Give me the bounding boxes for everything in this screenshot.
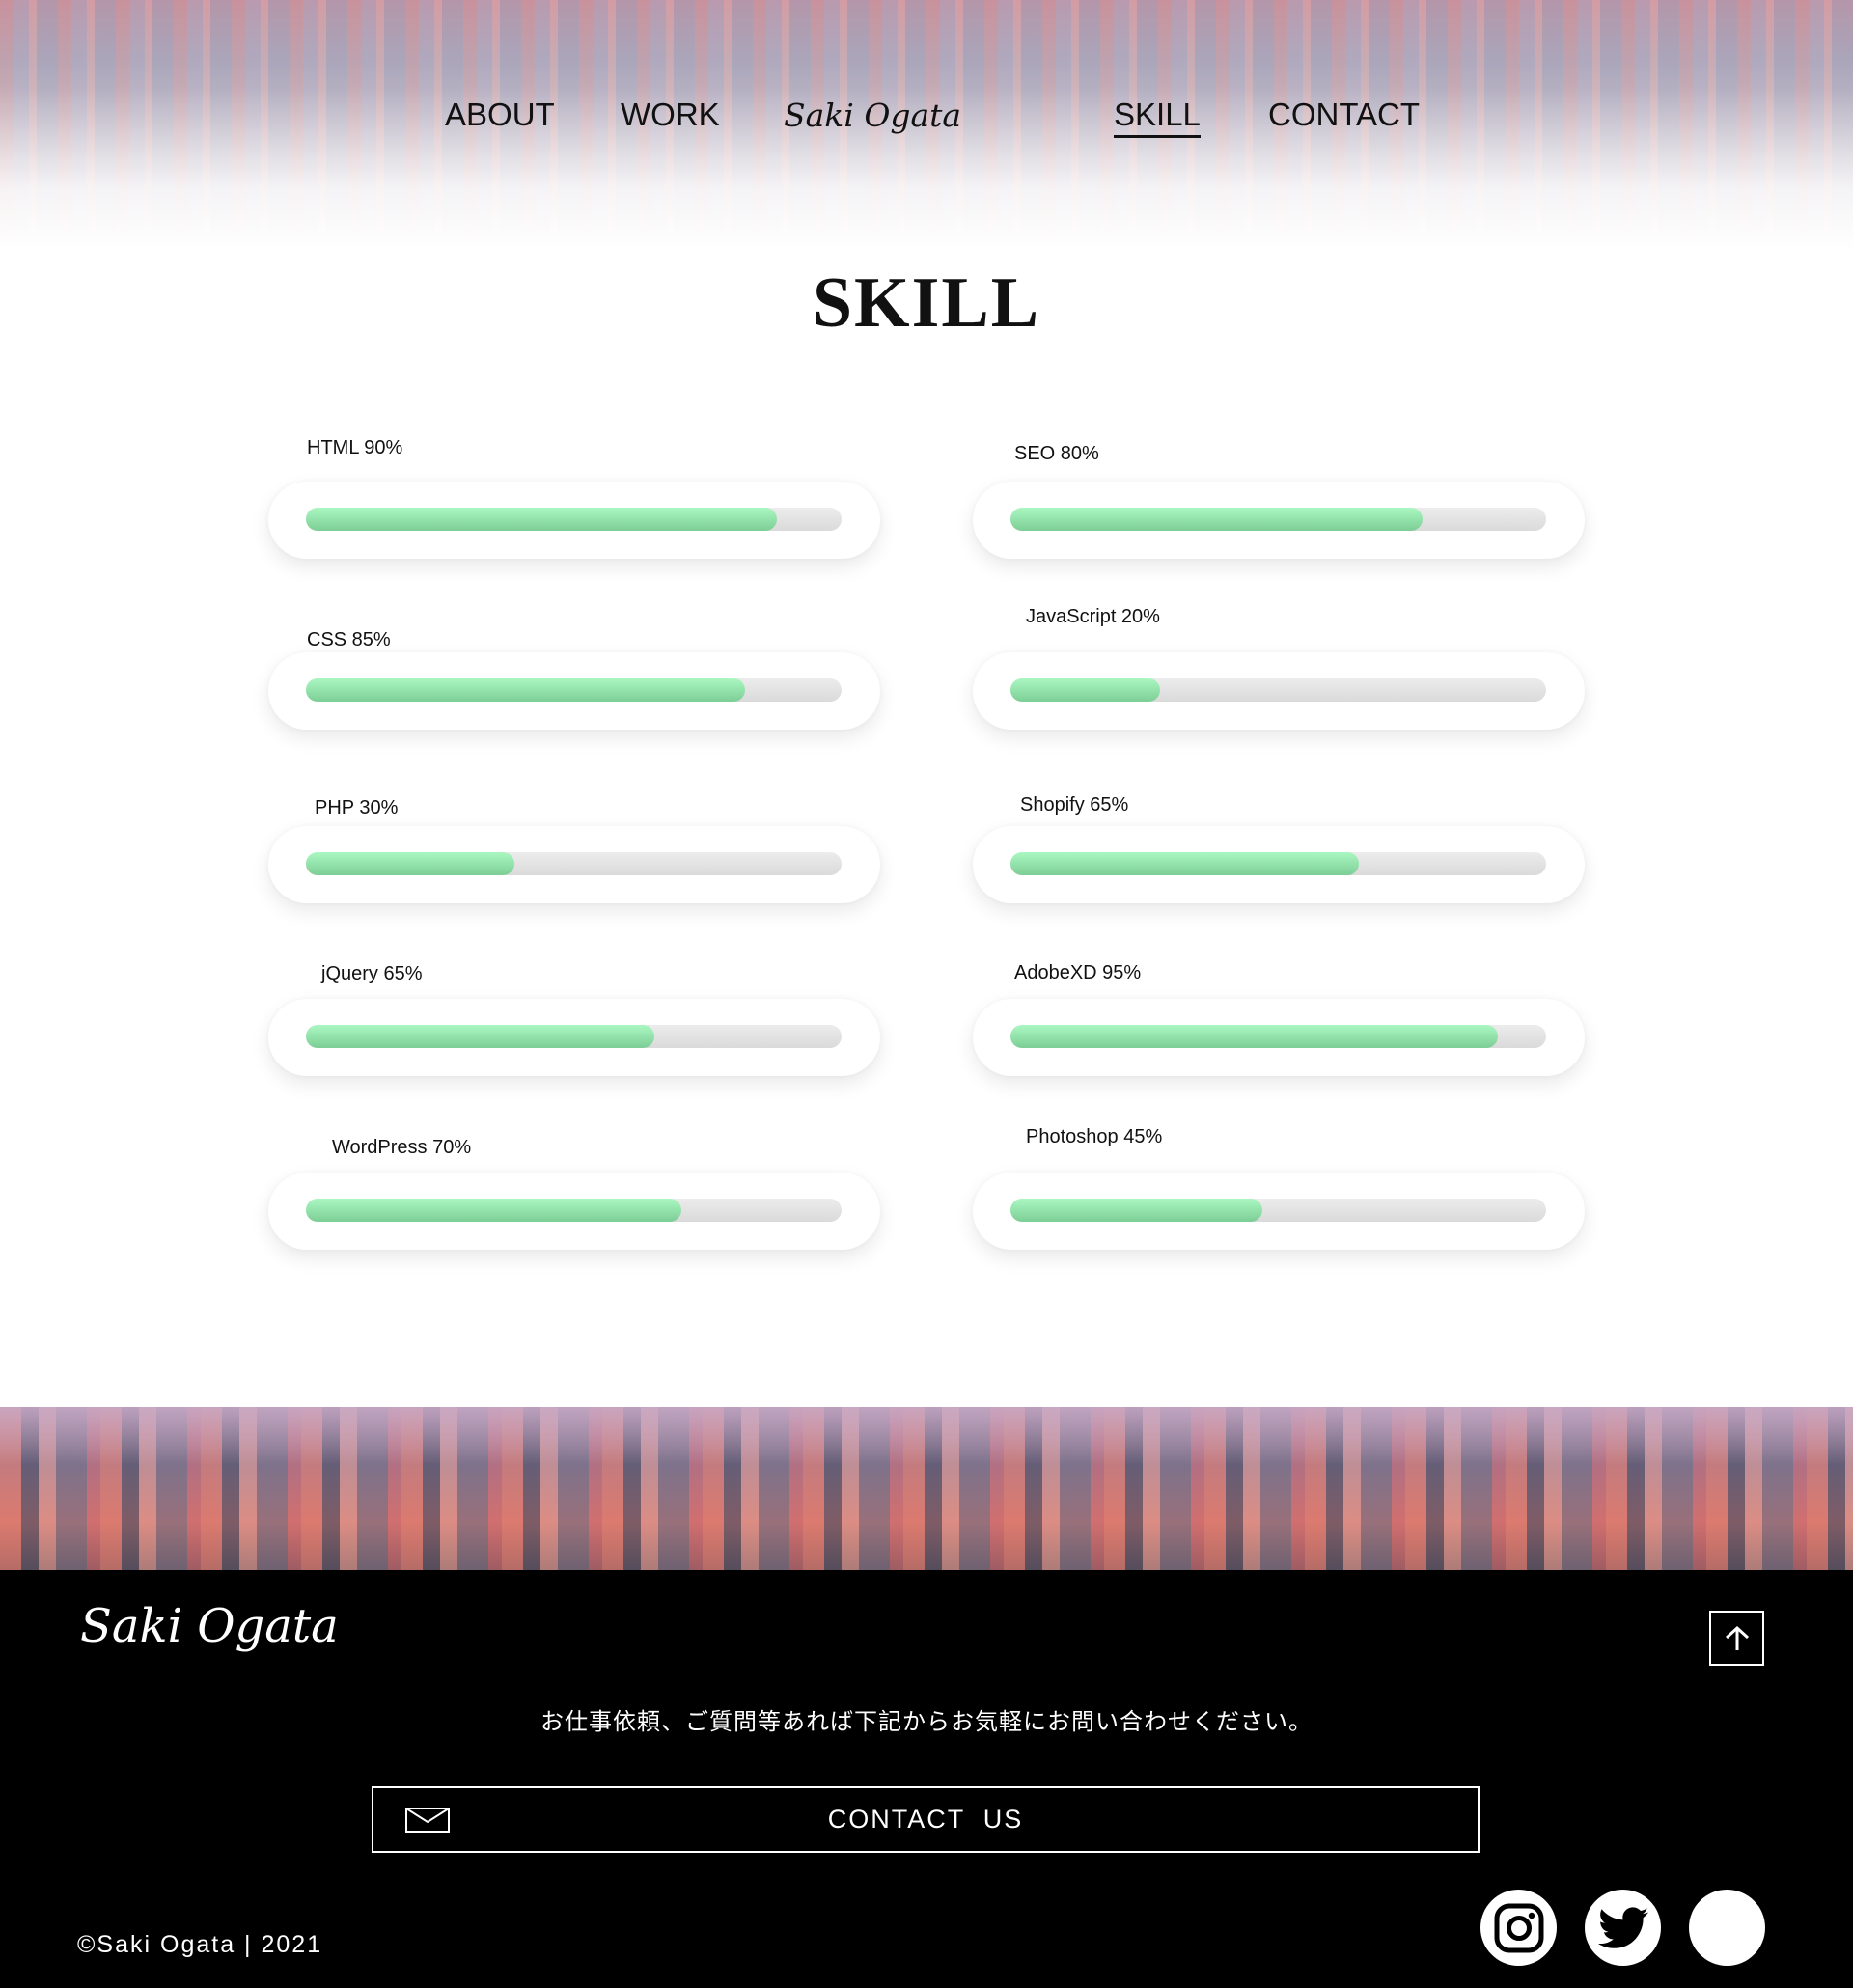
instagram-icon [1494, 1903, 1543, 1952]
arrow-up-icon [1725, 1625, 1749, 1650]
skill-label: AdobeXD 95% [1014, 962, 1142, 983]
skill-label: PHP 30% [315, 797, 399, 818]
contact-us-button[interactable]: CONTACT US [372, 1786, 1480, 1853]
footer: Saki Ogata お仕事依頼、ご質問等あれば下記からお気軽にお問い合わせくだ… [0, 1570, 1853, 1988]
page-title: SKILL [812, 263, 1041, 343]
skill-card [268, 1173, 880, 1250]
cityscape-banner [0, 1407, 1853, 1571]
social-link-blank[interactable] [1689, 1890, 1765, 1966]
progress-track [306, 852, 842, 875]
progress-fill [1010, 1025, 1499, 1048]
mail-icon [405, 1808, 450, 1833]
progress-track [1010, 1025, 1546, 1048]
footer-logo: Saki Ogata [80, 1599, 339, 1653]
progress-track [306, 678, 842, 702]
skill-card [973, 999, 1585, 1076]
skill-label: jQuery 65% [321, 963, 423, 984]
progress-fill [1010, 1199, 1262, 1222]
progress-fill [1010, 508, 1424, 531]
nav-contact[interactable]: CONTACT [1268, 97, 1420, 133]
progress-fill [306, 852, 515, 875]
skill-label: JavaScript 20% [1026, 606, 1160, 627]
contact-us-label: CONTACT US [827, 1805, 1024, 1834]
skill-label: SEO 80% [1014, 443, 1099, 464]
twitter-icon [1597, 1906, 1648, 1948]
skill-card [268, 482, 880, 559]
skill-card [268, 652, 880, 730]
nav-work[interactable]: WORK [621, 97, 720, 133]
progress-track [306, 1199, 842, 1222]
back-to-top-button[interactable] [1709, 1611, 1764, 1666]
skill-label: CSS 85% [307, 629, 391, 650]
skill-card [268, 826, 880, 903]
progress-fill [306, 1025, 654, 1048]
skill-label: Shopify 65% [1020, 794, 1129, 815]
nav-skill[interactable]: SKILL [1114, 97, 1201, 138]
skill-card [268, 999, 880, 1076]
progress-track [1010, 852, 1546, 875]
twitter-link[interactable] [1585, 1890, 1661, 1966]
progress-fill [306, 1199, 681, 1222]
skill-label: Photoshop 45% [1026, 1126, 1163, 1147]
progress-fill [306, 508, 778, 531]
copyright: ©Saki Ogata | 2021 [77, 1931, 323, 1958]
skill-card [973, 826, 1585, 903]
progress-fill [306, 678, 746, 702]
instagram-link[interactable] [1480, 1890, 1557, 1966]
progress-track [1010, 678, 1546, 702]
site-logo[interactable]: Saki Ogata [784, 97, 961, 134]
progress-track [306, 508, 842, 531]
progress-track [1010, 1199, 1546, 1222]
progress-fill [1010, 678, 1161, 702]
nav-about[interactable]: ABOUT [445, 97, 555, 133]
skill-card [973, 1173, 1585, 1250]
skill-card [973, 482, 1585, 559]
progress-track [1010, 508, 1546, 531]
progress-track [306, 1025, 842, 1048]
contact-message: お仕事依頼、ご質問等あれば下記からお気軽にお問い合わせください。 [540, 1709, 1313, 1735]
skill-label: WordPress 70% [332, 1137, 472, 1158]
skill-card [973, 652, 1585, 730]
skill-label: HTML 90% [307, 437, 403, 458]
progress-fill [1010, 852, 1359, 875]
